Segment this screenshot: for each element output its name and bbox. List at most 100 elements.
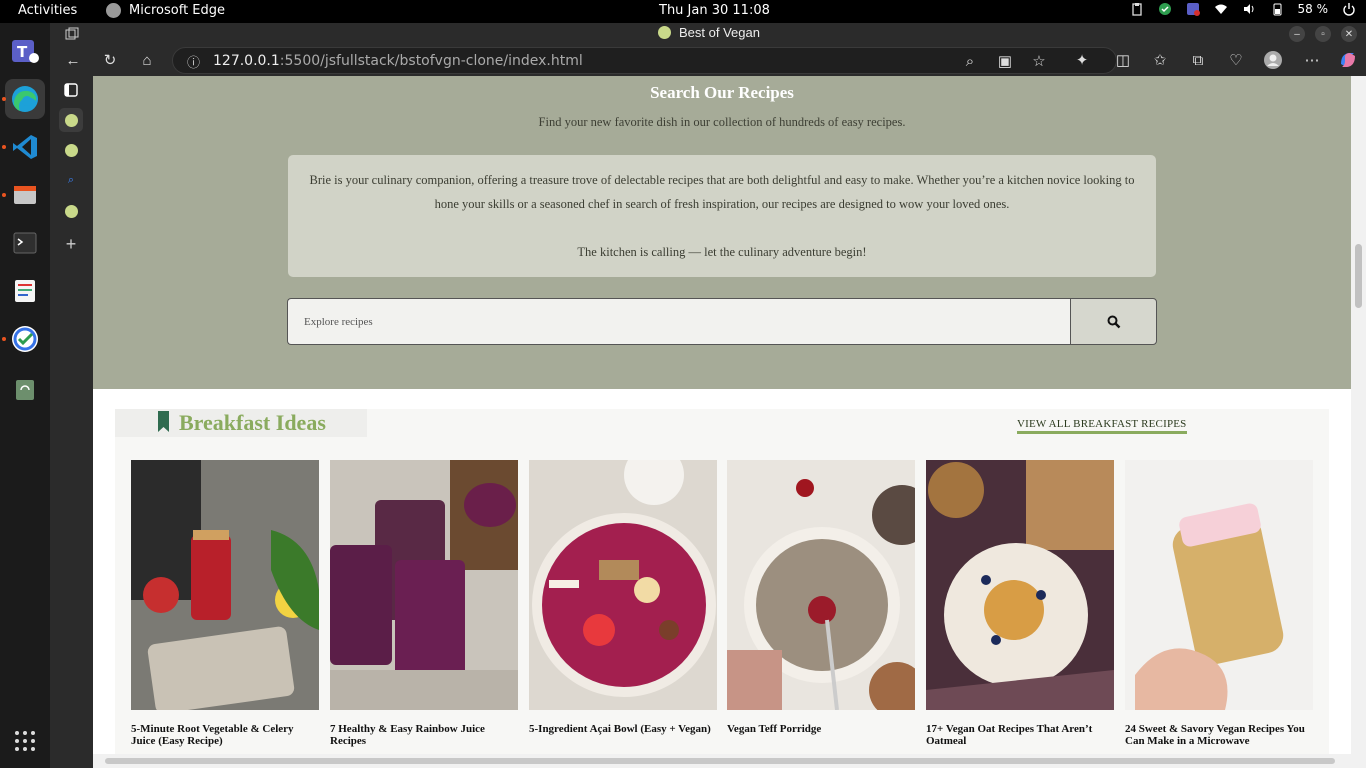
browser-toolbar: ← ↻ ⌂ ⓘ 127.0.0.1:5500/jsfullstack/bstof… — [50, 44, 1366, 76]
recipe-image-rainbow-juice[interactable] — [330, 460, 518, 710]
app-grid-icon[interactable] — [15, 731, 35, 751]
recipe-card[interactable]: 17+ Vegan Oat Recipes That Aren’t Oatmea… — [926, 460, 1114, 747]
new-tab-plus-icon[interactable]: + — [59, 232, 83, 256]
recipe-title[interactable]: 17+ Vegan Oat Recipes That Aren’t Oatmea… — [926, 723, 1114, 747]
window-title-text: Best of Vegan — [679, 25, 760, 40]
tab-search[interactable]: ⌕ — [59, 168, 83, 192]
recipe-image-oat-recipes[interactable] — [926, 460, 1114, 710]
tab-favicon-icon — [64, 143, 78, 157]
recipe-image-celery-juice[interactable] — [131, 460, 319, 710]
recipe-image-acai-bowl[interactable] — [529, 460, 717, 710]
browser-essentials-icon[interactable]: ♡ — [1226, 50, 1246, 70]
recipe-card[interactable]: 7 Healthy & Easy Rainbow Juice Recipes — [330, 460, 518, 747]
app-menu[interactable]: Microsoft Edge — [106, 3, 225, 18]
close-button[interactable]: ✕ — [1341, 26, 1357, 42]
title-bar: Best of Vegan – ▫ ✕ — [50, 23, 1366, 44]
url-text[interactable]: 127.0.0.1:5500/jsfullstack/bstofvgn-clon… — [213, 53, 583, 69]
power-menu-icon[interactable] — [1342, 2, 1356, 16]
site-info-icon[interactable]: ⓘ — [187, 52, 200, 71]
scrollbar-thumb[interactable] — [1355, 244, 1362, 308]
favorites-icon[interactable]: ✩ — [1150, 50, 1170, 70]
battery-icon[interactable] — [1270, 2, 1284, 16]
recipe-title[interactable]: 24 Sweet & Savory Vegan Recipes You Can … — [1125, 723, 1313, 747]
page-viewport: Search Our Recipes Find your new favorit… — [93, 76, 1351, 768]
battery-percent: 58 % — [1297, 2, 1329, 16]
tab-actions-icon[interactable] — [59, 78, 83, 102]
profile-avatar-icon[interactable] — [1263, 50, 1283, 70]
vscode-icon[interactable] — [5, 127, 45, 167]
edge-icon[interactable] — [5, 79, 45, 119]
maximize-button[interactable]: ▫ — [1315, 26, 1331, 42]
extensions-icon[interactable]: ✦ — [1072, 50, 1092, 70]
vertical-scrollbar[interactable] — [1351, 76, 1366, 768]
recipe-title[interactable]: 7 Healthy & Easy Rainbow Juice Recipes — [330, 723, 518, 747]
view-all-breakfast-link[interactable]: VIEW ALL BREAKFAST RECIPES — [1017, 418, 1187, 434]
wifi-icon[interactable] — [1214, 2, 1228, 16]
intro-tagline: The kitchen is calling — let the culinar… — [577, 245, 867, 259]
teams-tray-icon[interactable] — [1186, 2, 1200, 16]
system-top-bar: Activities Microsoft Edge Thu Jan 30 11:… — [0, 0, 1366, 23]
recipe-title[interactable]: 5-Minute Root Vegetable & Celery Juice (… — [131, 723, 319, 747]
section-heading-tab: Breakfast Ideas — [115, 409, 367, 437]
recipe-title[interactable]: 5-Ingredient Açai Bowl (Easy + Vegan) — [529, 723, 717, 735]
recipe-card[interactable]: 5-Ingredient Açai Bowl (Easy + Vegan) — [529, 460, 717, 735]
recipe-card[interactable]: 5-Minute Root Vegetable & Celery Juice (… — [131, 460, 319, 747]
recipe-search-input[interactable] — [287, 298, 1071, 345]
recipe-image-teff-porridge[interactable] — [727, 460, 915, 710]
system-tray[interactable]: 58 % — [1130, 2, 1357, 16]
ticktick-tray-icon[interactable] — [1158, 2, 1172, 16]
recipe-title[interactable]: Vegan Teff Porridge — [727, 723, 915, 735]
tab-favicon-icon — [64, 204, 78, 218]
browser-window: Best of Vegan – ▫ ✕ ← ↻ ⌂ ⓘ 127.0.0.1:55… — [50, 23, 1366, 768]
tab-best-of-vegan[interactable] — [59, 108, 83, 132]
app-menu-label: Microsoft Edge — [129, 3, 226, 18]
terminal-icon[interactable] — [5, 223, 45, 263]
intro-paragraph: Brie is your culinary companion, offerin… — [309, 173, 1135, 211]
bookmark-icon — [158, 411, 169, 432]
scrollbar-thumb[interactable] — [105, 758, 1335, 764]
address-bar[interactable]: ⓘ 127.0.0.1:5500/jsfullstack/bstofvgn-cl… — [172, 47, 1117, 74]
vertical-tabs-pane: ⌕ + — [50, 76, 93, 768]
dock: T — [0, 23, 50, 768]
document-viewer-icon[interactable] — [5, 271, 45, 311]
intro-box: Brie is your culinary companion, offerin… — [288, 155, 1156, 277]
volume-icon[interactable] — [1242, 2, 1256, 16]
search-section-title: Search Our Recipes — [650, 83, 794, 102]
zoom-icon[interactable]: ⌕ — [960, 51, 980, 71]
svg-text:T: T — [17, 43, 28, 61]
activities-button[interactable]: Activities — [18, 3, 77, 18]
search-section-subtitle: Find your new favorite dish in our colle… — [538, 115, 906, 129]
horizontal-scrollbar[interactable] — [93, 754, 1351, 768]
recipe-card[interactable]: Vegan Teff Porridge — [727, 460, 915, 735]
breakfast-section: Breakfast Ideas VIEW ALL BREAKFAST RECIP… — [115, 409, 1329, 768]
tab-2[interactable] — [59, 138, 83, 162]
window-title: Best of Vegan — [658, 25, 760, 40]
minimize-button[interactable]: – — [1289, 26, 1305, 42]
search-section: Search Our Recipes Find your new favorit… — [93, 76, 1351, 389]
search-tab-icon: ⌕ — [67, 173, 75, 186]
refresh-icon[interactable]: ↻ — [100, 50, 120, 70]
favicon-icon — [658, 26, 671, 39]
split-screen-icon[interactable]: ◫ — [1113, 50, 1133, 70]
home-icon[interactable]: ⌂ — [137, 50, 157, 70]
collections-icon[interactable]: ⧉ — [1188, 50, 1208, 70]
more-options-icon[interactable]: ⋯ — [1302, 50, 1322, 70]
recipe-card[interactable]: 24 Sweet & Savory Vegan Recipes You Can … — [1125, 460, 1313, 747]
ticktick-icon[interactable] — [5, 319, 45, 359]
tab-4[interactable] — [59, 199, 83, 223]
recipe-image-microwave-recipes[interactable] — [1125, 460, 1313, 710]
copilot-icon[interactable] — [1338, 50, 1358, 70]
back-icon[interactable]: ← — [63, 50, 83, 70]
search-button[interactable] — [1070, 298, 1157, 345]
workspaces-icon[interactable] — [65, 27, 79, 41]
files-icon[interactable] — [5, 175, 45, 215]
favorite-star-icon[interactable]: ☆ — [1029, 51, 1049, 71]
edge-app-icon — [106, 3, 121, 18]
trash-icon[interactable] — [5, 369, 45, 409]
teams-icon[interactable]: T — [5, 31, 45, 71]
clock[interactable]: Thu Jan 30 11:08 — [659, 3, 770, 18]
clipboard-icon[interactable] — [1130, 2, 1144, 16]
breakfast-title: Breakfast Ideas — [179, 410, 326, 435]
search-icon — [1107, 315, 1120, 328]
immersive-reader-icon[interactable]: ▣ — [995, 51, 1015, 71]
